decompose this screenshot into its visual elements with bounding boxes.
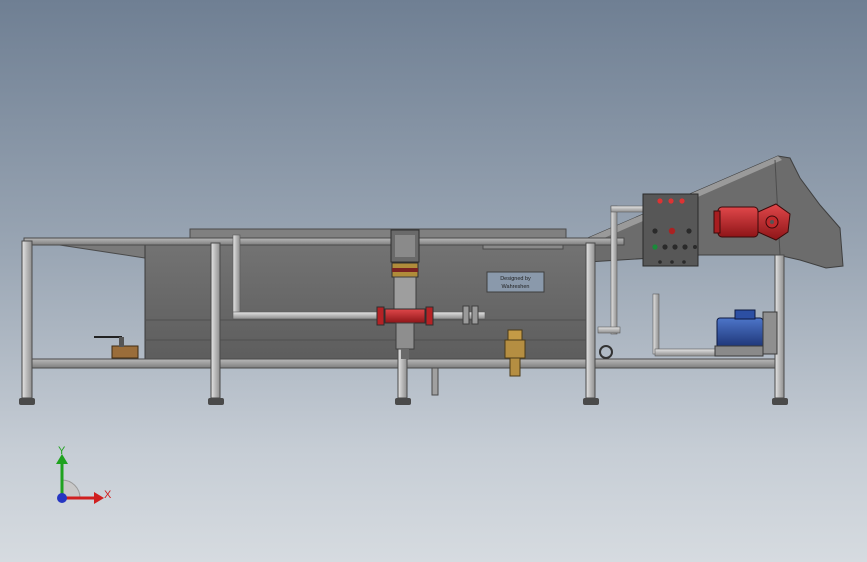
nameplate: Designed by Wahreshen xyxy=(486,271,545,293)
nameplate-line2: Wahreshen xyxy=(502,284,530,290)
y-axis-label: Y xyxy=(58,445,66,457)
nameplate-line1: Designed by xyxy=(500,276,531,282)
control-panel xyxy=(642,193,699,267)
blue-pump-motor xyxy=(714,309,778,357)
x-axis-label: X xyxy=(104,489,112,501)
cad-viewport[interactable]: Designed by Wahreshen Y X xyxy=(0,0,867,562)
reference-triad: Y X xyxy=(56,445,112,504)
conveyor-gear-motor xyxy=(713,203,791,241)
machine-model[interactable]: Designed by Wahreshen xyxy=(0,0,867,562)
